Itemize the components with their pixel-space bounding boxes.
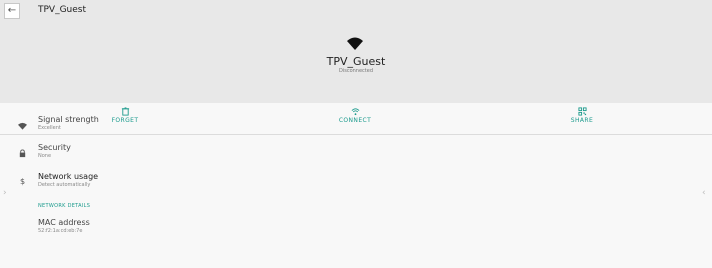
signal-strength-title: Signal strength [38, 115, 99, 124]
mac-address-row: MAC address 52:f2:1a:cd:eb:7e [0, 218, 712, 242]
chevron-left-icon[interactable]: › [3, 188, 7, 198]
signal-strength-value: Excellent [38, 125, 61, 131]
security-row[interactable]: Security None [0, 143, 712, 167]
mac-address-title: MAC address [38, 218, 90, 227]
wifi-icon [347, 37, 363, 50]
network-status: Disconnected [338, 68, 374, 74]
top-bar: ← TPV_Guest [0, 0, 712, 25]
network-header: TPV_Guest Disconnected [0, 25, 712, 103]
security-title: Security [38, 143, 71, 152]
network-usage-value: Detect automatically [38, 182, 91, 188]
signal-strength-row[interactable]: Signal strength Excellent [0, 115, 712, 139]
network-details-heading: NETWORK DETAILS [38, 203, 91, 209]
chevron-right-icon[interactable]: ‹ [702, 188, 706, 198]
network-name: TPV_Guest [326, 55, 386, 68]
back-button[interactable]: ← [4, 3, 20, 19]
network-usage-row[interactable]: $ Network usage Detect automatically [0, 172, 712, 196]
top-bar-title: TPV_Guest [38, 5, 87, 15]
lock-icon [19, 149, 26, 158]
wifi-icon [18, 122, 27, 130]
dollar-icon: $ [19, 177, 26, 186]
security-value: None [38, 153, 52, 159]
mac-address-value: 52:f2:1a:cd:eb:7e [38, 228, 83, 234]
network-usage-title: Network usage [38, 172, 99, 181]
arrow-back-icon: ← [7, 5, 17, 16]
